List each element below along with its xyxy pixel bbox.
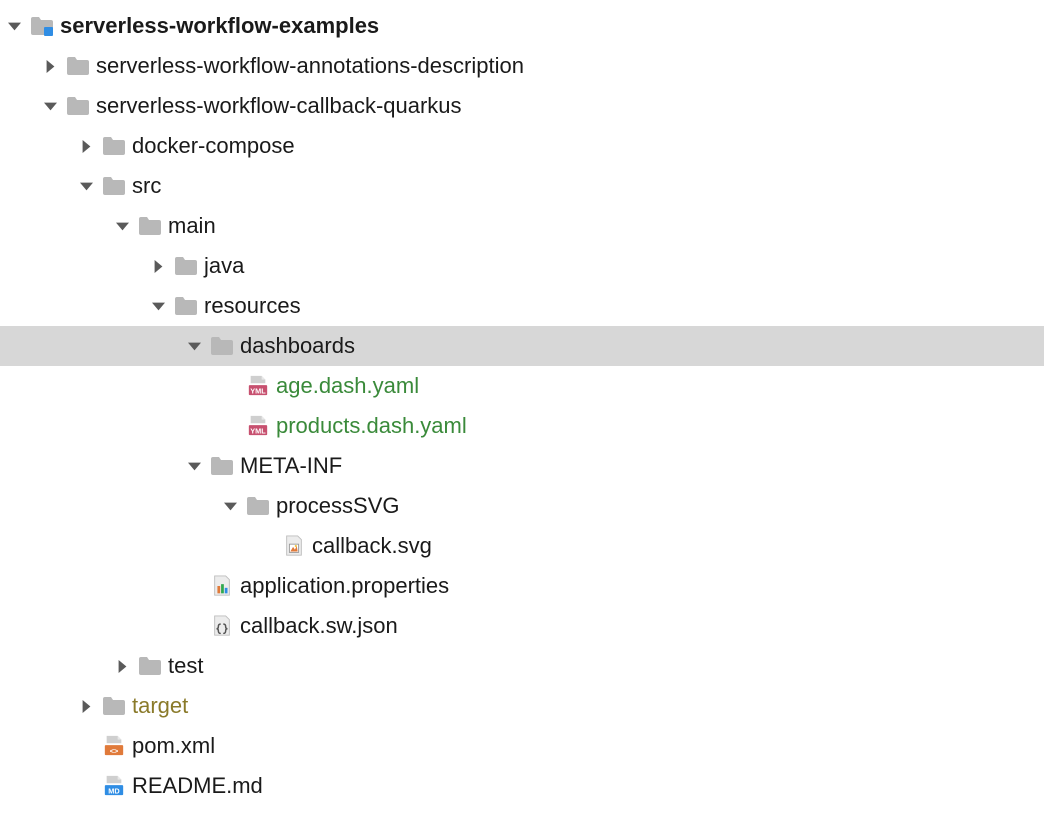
folder-icon — [64, 56, 92, 76]
folder-icon — [100, 136, 128, 156]
node-label: serverless-workflow-annotations-descript… — [92, 46, 524, 86]
chevron-blank-icon — [216, 380, 244, 393]
folder-icon — [208, 336, 236, 356]
chevron-down-icon[interactable] — [180, 340, 208, 353]
xml-file-icon — [100, 735, 128, 757]
chevron-down-icon[interactable] — [180, 460, 208, 473]
tree-node-docker-compose[interactable]: docker-compose — [0, 126, 1044, 166]
chevron-right-icon[interactable] — [36, 60, 64, 73]
chevron-down-icon[interactable] — [36, 100, 64, 113]
tree-node-src[interactable]: src — [0, 166, 1044, 206]
folder-icon — [136, 656, 164, 676]
node-label: resources — [200, 286, 301, 326]
node-label: dashboards — [236, 326, 355, 366]
folder-icon — [64, 96, 92, 116]
chevron-right-icon[interactable] — [144, 260, 172, 273]
node-label: target — [128, 686, 188, 726]
tree-node-app-properties[interactable]: application.properties — [0, 566, 1044, 606]
chevron-blank-icon — [216, 420, 244, 433]
node-label: serverless-workflow-examples — [56, 6, 379, 46]
yml-file-icon — [244, 415, 272, 437]
folder-icon — [208, 456, 236, 476]
chevron-down-icon[interactable] — [144, 300, 172, 313]
tree-node-main[interactable]: main — [0, 206, 1044, 246]
chevron-down-icon[interactable] — [0, 20, 28, 33]
tree-node-resources[interactable]: resources — [0, 286, 1044, 326]
node-label: java — [200, 246, 244, 286]
node-label: age.dash.yaml — [272, 366, 419, 406]
chevron-blank-icon — [252, 540, 280, 553]
folder-icon — [100, 696, 128, 716]
node-label: META-INF — [236, 446, 342, 486]
tree-node-meta-inf[interactable]: META-INF — [0, 446, 1044, 486]
folder-icon — [136, 216, 164, 236]
tree-node-java[interactable]: java — [0, 246, 1044, 286]
chevron-right-icon[interactable] — [72, 700, 100, 713]
project-tree[interactable]: serverless-workflow-examples serverless-… — [0, 0, 1044, 806]
chevron-blank-icon — [72, 780, 100, 793]
tree-node-age-yaml[interactable]: age.dash.yaml — [0, 366, 1044, 406]
folder-icon — [172, 296, 200, 316]
chevron-right-icon[interactable] — [72, 140, 100, 153]
tree-node-target[interactable]: target — [0, 686, 1044, 726]
node-label: main — [164, 206, 216, 246]
node-label: application.properties — [236, 566, 449, 606]
tree-node-products-yaml[interactable]: products.dash.yaml — [0, 406, 1044, 446]
node-label: callback.svg — [308, 526, 432, 566]
folder-icon — [100, 176, 128, 196]
svg-file-icon — [280, 535, 308, 557]
tree-node-callback-quarkus[interactable]: serverless-workflow-callback-quarkus — [0, 86, 1044, 126]
json-file-icon — [208, 615, 236, 637]
node-label: processSVG — [272, 486, 400, 526]
properties-file-icon — [208, 575, 236, 597]
node-label: products.dash.yaml — [272, 406, 467, 446]
tree-node-root[interactable]: serverless-workflow-examples — [0, 6, 1044, 46]
node-label: src — [128, 166, 161, 206]
chevron-down-icon[interactable] — [216, 500, 244, 513]
chevron-blank-icon — [180, 620, 208, 633]
node-label: callback.sw.json — [236, 606, 398, 646]
tree-node-pom[interactable]: pom.xml — [0, 726, 1044, 766]
chevron-blank-icon — [72, 740, 100, 753]
folder-icon — [244, 496, 272, 516]
tree-node-callback-svg[interactable]: callback.svg — [0, 526, 1044, 566]
markdown-file-icon — [100, 775, 128, 797]
node-label: docker-compose — [128, 126, 295, 166]
chevron-blank-icon — [180, 580, 208, 593]
tree-node-dashboards[interactable]: dashboards — [0, 326, 1044, 366]
chevron-right-icon[interactable] — [108, 660, 136, 673]
chevron-down-icon[interactable] — [108, 220, 136, 233]
node-label: README.md — [128, 766, 263, 806]
node-label: pom.xml — [128, 726, 215, 766]
module-folder-icon — [28, 16, 56, 36]
chevron-down-icon[interactable] — [72, 180, 100, 193]
tree-node-annotations[interactable]: serverless-workflow-annotations-descript… — [0, 46, 1044, 86]
tree-node-readme[interactable]: README.md — [0, 766, 1044, 806]
tree-node-callback-json[interactable]: callback.sw.json — [0, 606, 1044, 646]
node-label: test — [164, 646, 203, 686]
folder-icon — [172, 256, 200, 276]
yml-file-icon — [244, 375, 272, 397]
node-label: serverless-workflow-callback-quarkus — [92, 86, 462, 126]
tree-node-processsvg[interactable]: processSVG — [0, 486, 1044, 526]
tree-node-test[interactable]: test — [0, 646, 1044, 686]
